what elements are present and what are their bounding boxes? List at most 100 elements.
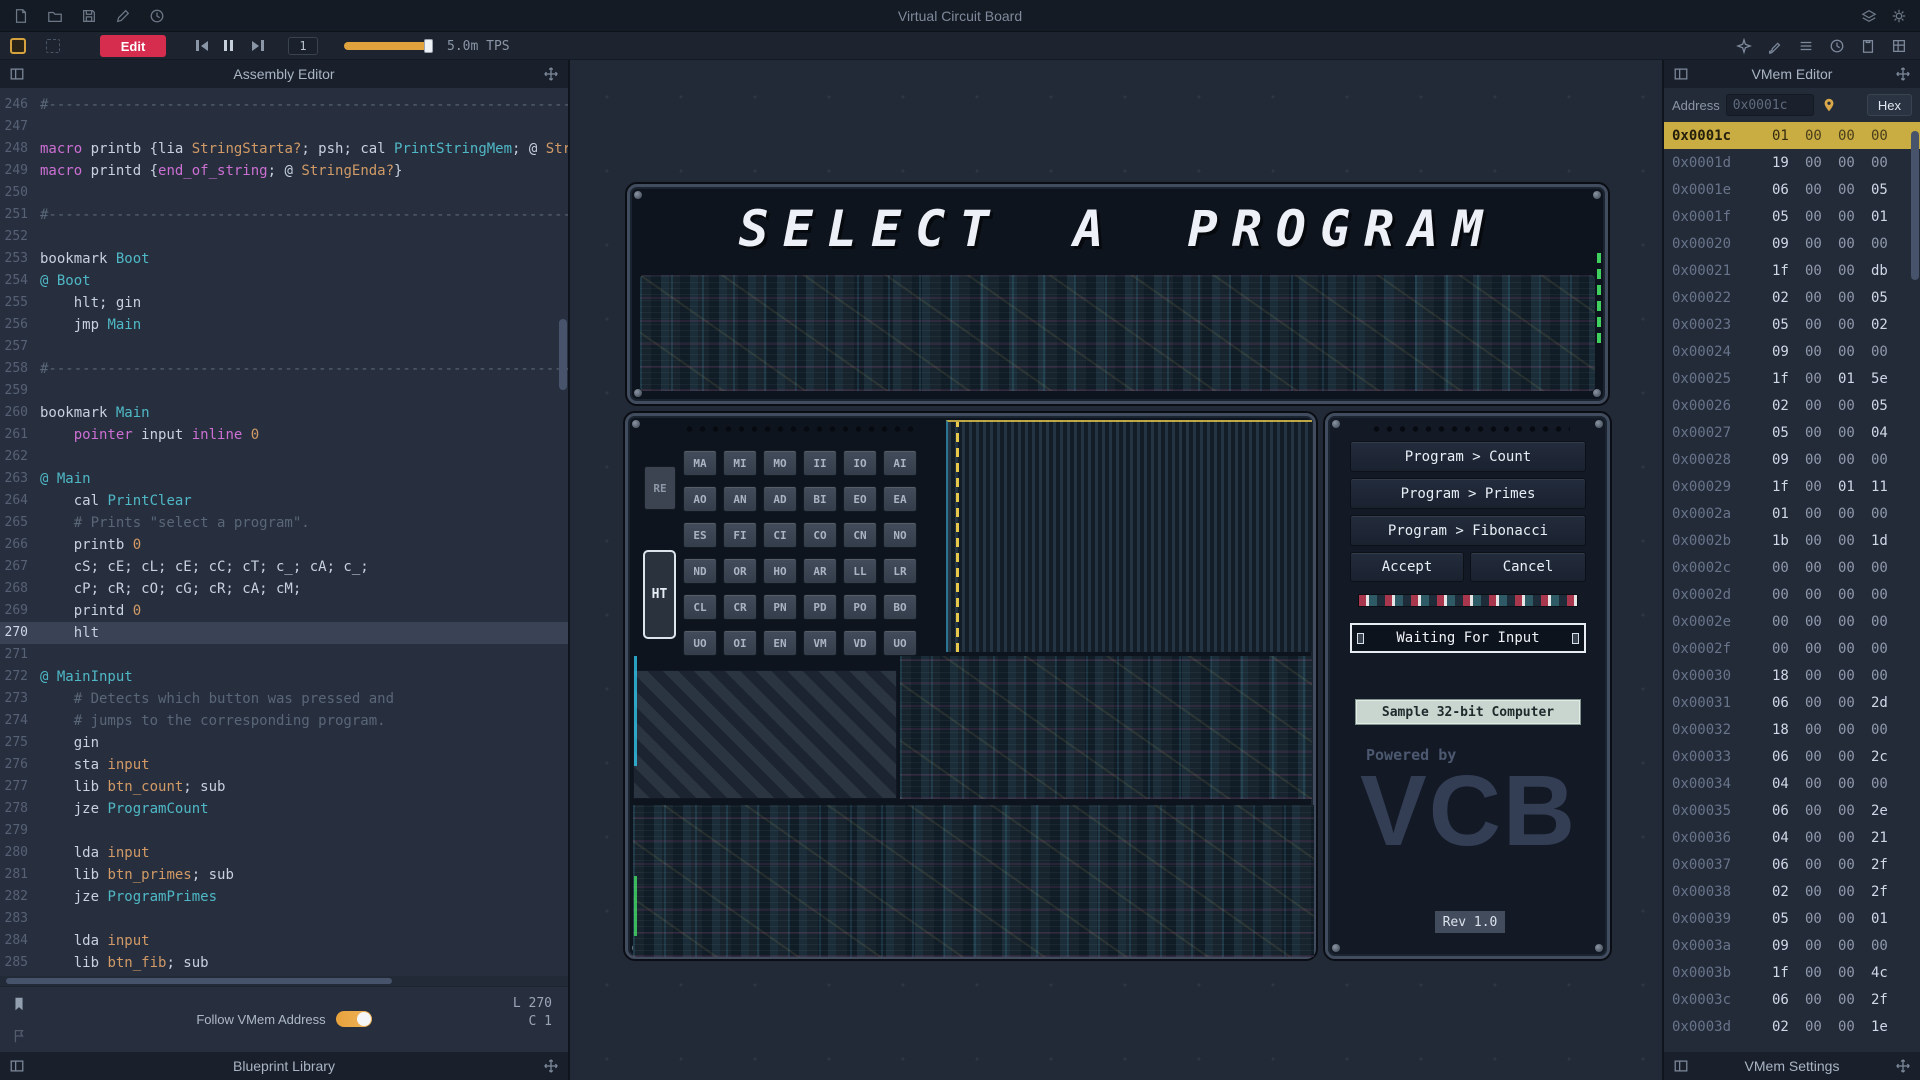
chip-cl[interactable]: CL: [683, 594, 717, 620]
vmem-byte[interactable]: 00: [1838, 614, 1871, 630]
vmem-byte[interactable]: 00: [1838, 938, 1871, 954]
vmem-row[interactable]: 0x0002602000005: [1664, 392, 1920, 419]
vmem-row[interactable]: 0x0002009000000: [1664, 230, 1920, 257]
clipboard-icon[interactable]: [1859, 37, 1877, 55]
vmem-byte[interactable]: 00: [1805, 695, 1838, 711]
vmem-byte[interactable]: 00: [1805, 155, 1838, 171]
vmem-row[interactable]: 0x0002b1b00001d: [1664, 527, 1920, 554]
vmem-byte[interactable]: 06: [1772, 749, 1805, 765]
code-vertical-scrollbar[interactable]: [559, 88, 567, 976]
vmem-byte[interactable]: 00: [1805, 344, 1838, 360]
vmem-byte[interactable]: 05: [1772, 209, 1805, 225]
vmem-byte[interactable]: 05: [1772, 425, 1805, 441]
vmem-table[interactable]: 0x0001c010000000x0001d190000000x0001e060…: [1664, 122, 1920, 1052]
vmem-byte[interactable]: 5e: [1871, 371, 1904, 387]
vmem-byte[interactable]: 00: [1871, 668, 1904, 684]
vmem-byte[interactable]: 00: [1805, 209, 1838, 225]
vmem-byte[interactable]: 05: [1871, 398, 1904, 414]
vmem-byte[interactable]: 00: [1838, 263, 1871, 279]
vmem-byte[interactable]: 00: [1805, 911, 1838, 927]
step-forward-button[interactable]: [252, 40, 264, 51]
chip-vd[interactable]: VD: [843, 630, 877, 656]
vmem-row[interactable]: 0x0003c0600002f: [1664, 986, 1920, 1013]
vmem-byte[interactable]: 2c: [1871, 749, 1904, 765]
vmem-byte[interactable]: 09: [1772, 938, 1805, 954]
vmem-byte[interactable]: 1f: [1772, 371, 1805, 387]
chip-ai[interactable]: AI: [883, 450, 917, 476]
vmem-byte[interactable]: 06: [1772, 695, 1805, 711]
vmem-row[interactable]: 0x0002a01000000: [1664, 500, 1920, 527]
vmem-byte[interactable]: 04: [1871, 425, 1904, 441]
panel-columns-icon[interactable]: [1672, 65, 1690, 83]
chip-re[interactable]: RE: [644, 466, 676, 510]
chip-cr[interactable]: CR: [723, 594, 757, 620]
vmem-byte[interactable]: 00: [1838, 209, 1871, 225]
vmem-byte[interactable]: 00: [1805, 182, 1838, 198]
vmem-row[interactable]: 0x0002705000004: [1664, 419, 1920, 446]
vmem-row[interactable]: 0x000370600002f: [1664, 851, 1920, 878]
chip-ma[interactable]: MA: [683, 450, 717, 476]
chip-ad[interactable]: AD: [763, 486, 797, 512]
vmem-byte[interactable]: 1e: [1871, 1019, 1904, 1035]
program-button-1[interactable]: Program > Count: [1350, 441, 1586, 472]
vmem-byte[interactable]: 01: [1871, 911, 1904, 927]
vmem-byte[interactable]: 18: [1772, 722, 1805, 738]
vmem-byte[interactable]: 00: [1805, 938, 1838, 954]
vmem-byte[interactable]: 00: [1838, 695, 1871, 711]
program-button-3[interactable]: Program > Fibonacci: [1350, 515, 1586, 546]
vmem-byte[interactable]: 00: [1805, 425, 1838, 441]
vmem-row[interactable]: 0x0003905000001: [1664, 905, 1920, 932]
tps-slider-handle[interactable]: [424, 39, 433, 53]
chip-eo[interactable]: EO: [843, 486, 877, 512]
vmem-byte[interactable]: 00: [1805, 533, 1838, 549]
vmem-byte[interactable]: 00: [1838, 398, 1871, 414]
vmem-byte[interactable]: 02: [1772, 1019, 1805, 1035]
vmem-byte[interactable]: 00: [1805, 128, 1838, 144]
vmem-byte[interactable]: 05: [1772, 911, 1805, 927]
panel-move-icon[interactable]: [1894, 65, 1912, 83]
vmem-byte[interactable]: 00: [1871, 236, 1904, 252]
vmem-byte[interactable]: 00: [1838, 803, 1871, 819]
vmem-row[interactable]: 0x0002809000000: [1664, 446, 1920, 473]
vmem-row[interactable]: 0x0003b1f00004c: [1664, 959, 1920, 986]
vmem-byte[interactable]: 00: [1805, 614, 1838, 630]
vmem-byte[interactable]: 21: [1871, 830, 1904, 846]
chip-ao[interactable]: AO: [683, 486, 717, 512]
chip-nd[interactable]: ND: [683, 558, 717, 584]
chip-bi[interactable]: BI: [803, 486, 837, 512]
chip-fi[interactable]: FI: [723, 522, 757, 548]
settings-gear-icon[interactable]: [1890, 7, 1908, 25]
vmem-byte[interactable]: 00: [1805, 992, 1838, 1008]
address-input[interactable]: [1726, 94, 1814, 116]
paint-swatch-icon[interactable]: [10, 38, 26, 54]
chip-io[interactable]: IO: [843, 450, 877, 476]
vmem-byte[interactable]: 00: [1838, 965, 1871, 981]
vmem-byte[interactable]: 00: [1838, 911, 1871, 927]
vmem-row[interactable]: 0x0001d19000000: [1664, 149, 1920, 176]
vmem-byte[interactable]: 00: [1805, 290, 1838, 306]
vmem-byte[interactable]: 00: [1871, 641, 1904, 657]
vmem-byte[interactable]: 00: [1805, 398, 1838, 414]
vmem-byte[interactable]: 05: [1772, 317, 1805, 333]
vmem-row[interactable]: 0x0001f05000001: [1664, 203, 1920, 230]
chip-bo[interactable]: BO: [883, 594, 917, 620]
vmem-byte[interactable]: 00: [1871, 506, 1904, 522]
edit-mode-button[interactable]: Edit: [100, 35, 166, 57]
vmem-byte[interactable]: 00: [1871, 722, 1904, 738]
chip-uo[interactable]: UO: [683, 630, 717, 656]
chip-ho[interactable]: HO: [763, 558, 797, 584]
tick-count-box[interactable]: 1: [288, 37, 318, 55]
pause-button[interactable]: [224, 40, 233, 51]
vmem-byte[interactable]: 00: [1838, 641, 1871, 657]
tps-slider[interactable]: [344, 42, 430, 50]
vmem-row[interactable]: 0x000251f00015e: [1664, 365, 1920, 392]
vmem-byte[interactable]: 06: [1772, 182, 1805, 198]
vmem-byte[interactable]: 00: [1805, 371, 1838, 387]
vmem-byte[interactable]: 00: [1805, 560, 1838, 576]
vmem-byte[interactable]: 02: [1772, 398, 1805, 414]
scrollbar-thumb[interactable]: [1911, 131, 1919, 280]
vmem-row[interactable]: 0x0003018000000: [1664, 662, 1920, 689]
vmem-byte[interactable]: 1b: [1772, 533, 1805, 549]
vmem-byte[interactable]: 00: [1838, 182, 1871, 198]
vmem-byte[interactable]: 4c: [1871, 965, 1904, 981]
